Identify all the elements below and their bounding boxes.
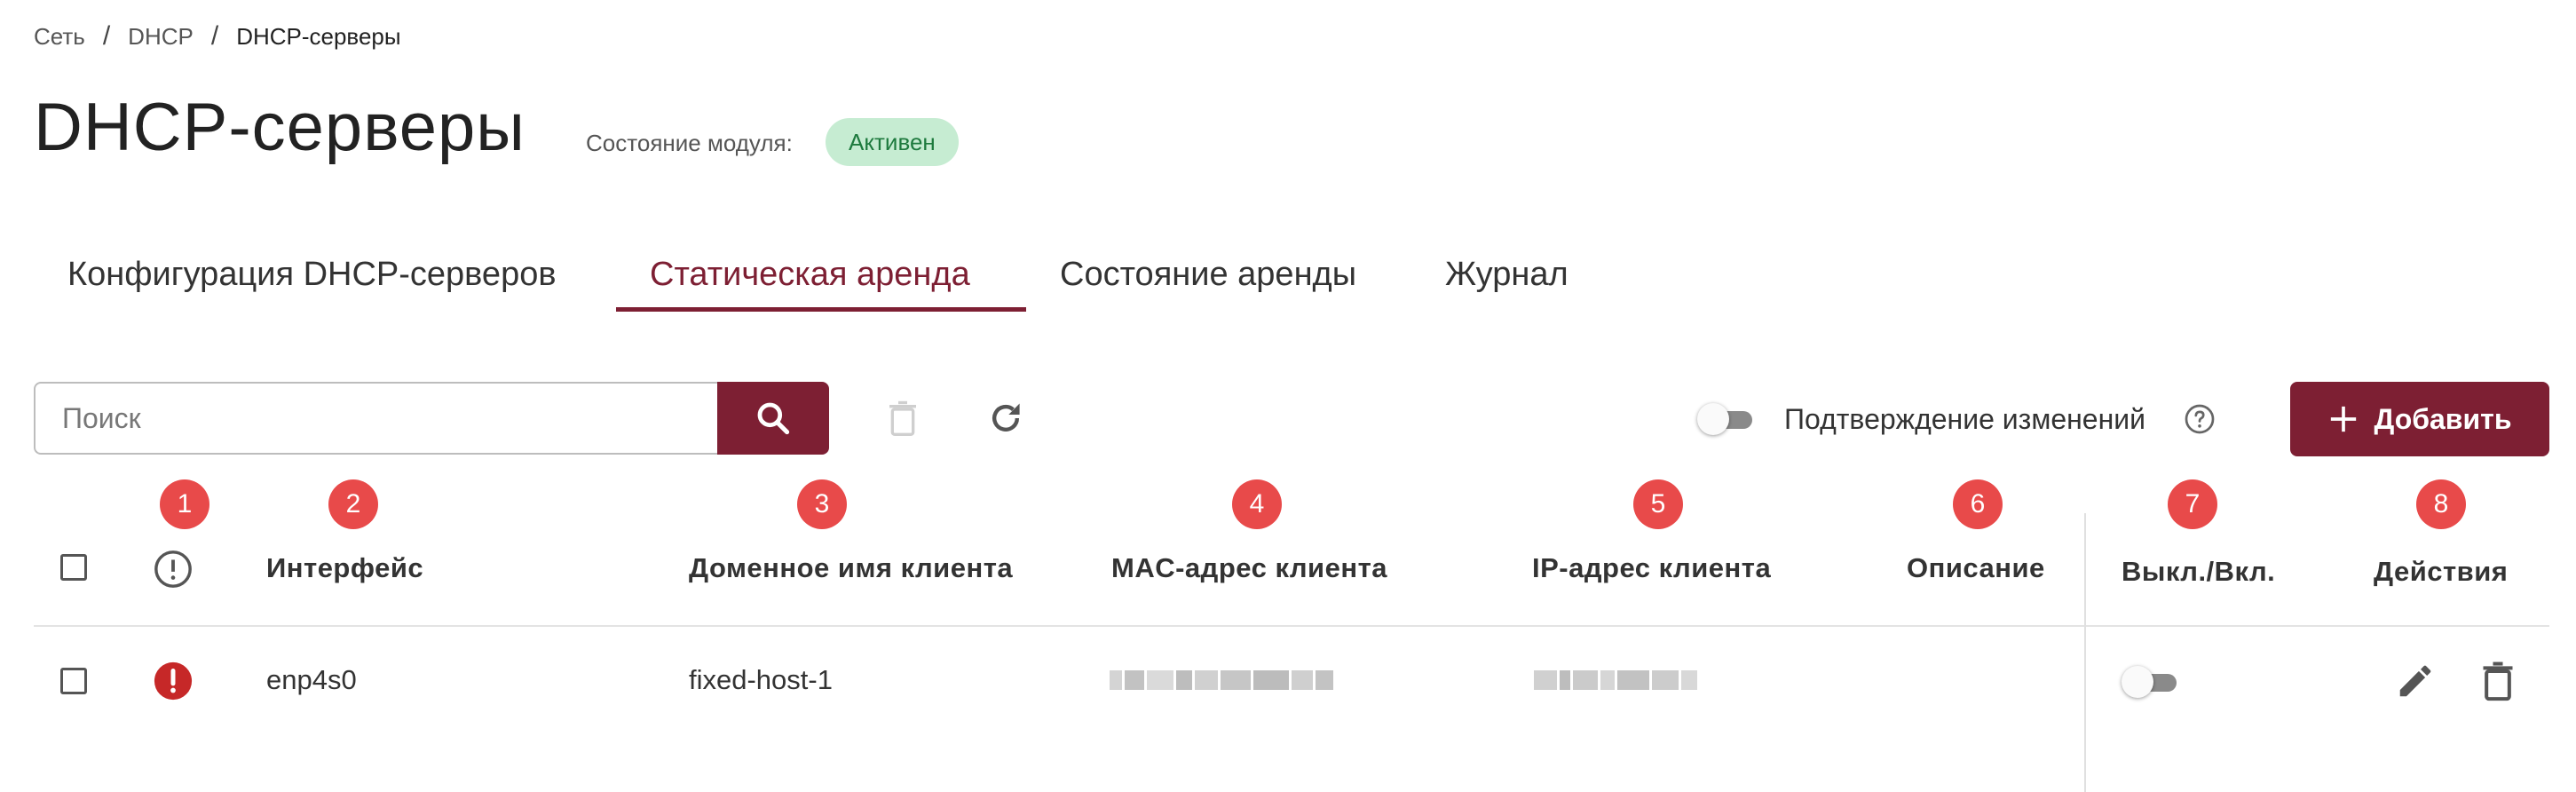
add-button[interactable]: Добавить [2290, 382, 2549, 456]
column-marker: 3 [797, 479, 847, 529]
sticky-column-divider [2084, 513, 2086, 792]
delete-icon [889, 400, 916, 436]
column-marker: 7 [2168, 479, 2217, 529]
cell-domain: fixed-host-1 [689, 664, 833, 695]
search-button[interactable] [717, 382, 829, 455]
cell-interface: enp4s0 [266, 664, 357, 695]
cell-ip-redacted [1534, 668, 1697, 693]
tab-dhcp-config[interactable]: Конфигурация DHCP-серверов [67, 256, 557, 294]
status-column-header [153, 549, 194, 594]
column-marker: 4 [1232, 479, 1282, 529]
column-marker: 8 [2416, 479, 2466, 529]
breadcrumb-link-dhcp[interactable]: DHCP [128, 23, 194, 51]
row-checkbox[interactable] [60, 668, 87, 694]
add-button-label: Добавить [2374, 402, 2512, 435]
row-enable-toggle[interactable] [2122, 664, 2182, 700]
edit-button[interactable] [2395, 661, 2436, 706]
page-title: DHCP-серверы [34, 90, 525, 165]
column-marker: 6 [1953, 479, 2003, 529]
column-marker: 5 [1633, 479, 1683, 529]
breadcrumb-separator: / [102, 21, 111, 51]
refresh-icon [992, 403, 1020, 432]
breadcrumb-link-network[interactable]: Сеть [34, 23, 85, 51]
column-header-mac[interactable]: MAC-адрес клиента [1111, 552, 1387, 584]
search-icon [757, 402, 790, 435]
header-divider [34, 625, 2549, 627]
module-state-label: Состояние модуля: [586, 130, 793, 156]
confirm-changes-label: Подтверждение изменений [1784, 403, 2145, 435]
error-icon [154, 661, 193, 701]
confirm-changes-toggle[interactable] [1697, 401, 1758, 437]
help-icon [2185, 404, 2215, 434]
cell-mac-redacted [1110, 668, 1333, 693]
column-header-actions: Действия [2374, 556, 2509, 587]
column-marker: 1 [160, 479, 209, 529]
trash-icon [2483, 661, 2513, 701]
breadcrumb-current: DHCP-серверы [236, 22, 401, 50]
column-header-ip[interactable]: IP-адрес клиента [1532, 552, 1771, 584]
tab-log[interactable]: Журнал [1445, 256, 1569, 294]
select-all-checkbox[interactable] [60, 554, 87, 581]
tab-static-lease[interactable]: Статическая аренда [650, 256, 970, 294]
help-button[interactable] [2184, 403, 2216, 440]
warning-icon [154, 550, 192, 588]
row-status [153, 661, 194, 706]
column-header-domain[interactable]: Доменное имя клиента [689, 552, 1013, 584]
plus-icon [2330, 406, 2356, 432]
search-input[interactable] [34, 382, 719, 455]
toggle-knob [2122, 666, 2153, 698]
column-marker: 2 [328, 479, 378, 529]
delete-row-button[interactable] [2478, 659, 2517, 708]
column-header-description[interactable]: Описание [1907, 552, 2045, 584]
status-badge: Активен [826, 118, 959, 166]
column-header-toggle: Выкл./Вкл. [2122, 556, 2276, 587]
edit-icon [2399, 665, 2431, 697]
breadcrumb-separator: / [210, 21, 219, 51]
refresh-button[interactable] [985, 398, 1026, 439]
delete-selected-button[interactable] [882, 398, 923, 439]
active-tab-indicator [616, 307, 1026, 312]
column-header-interface[interactable]: Интерфейс [266, 552, 423, 584]
toggle-knob [1697, 403, 1729, 435]
breadcrumb: Сеть / DHCP / DHCP-серверы [34, 21, 401, 51]
tab-lease-state[interactable]: Состояние аренды [1060, 256, 1356, 294]
